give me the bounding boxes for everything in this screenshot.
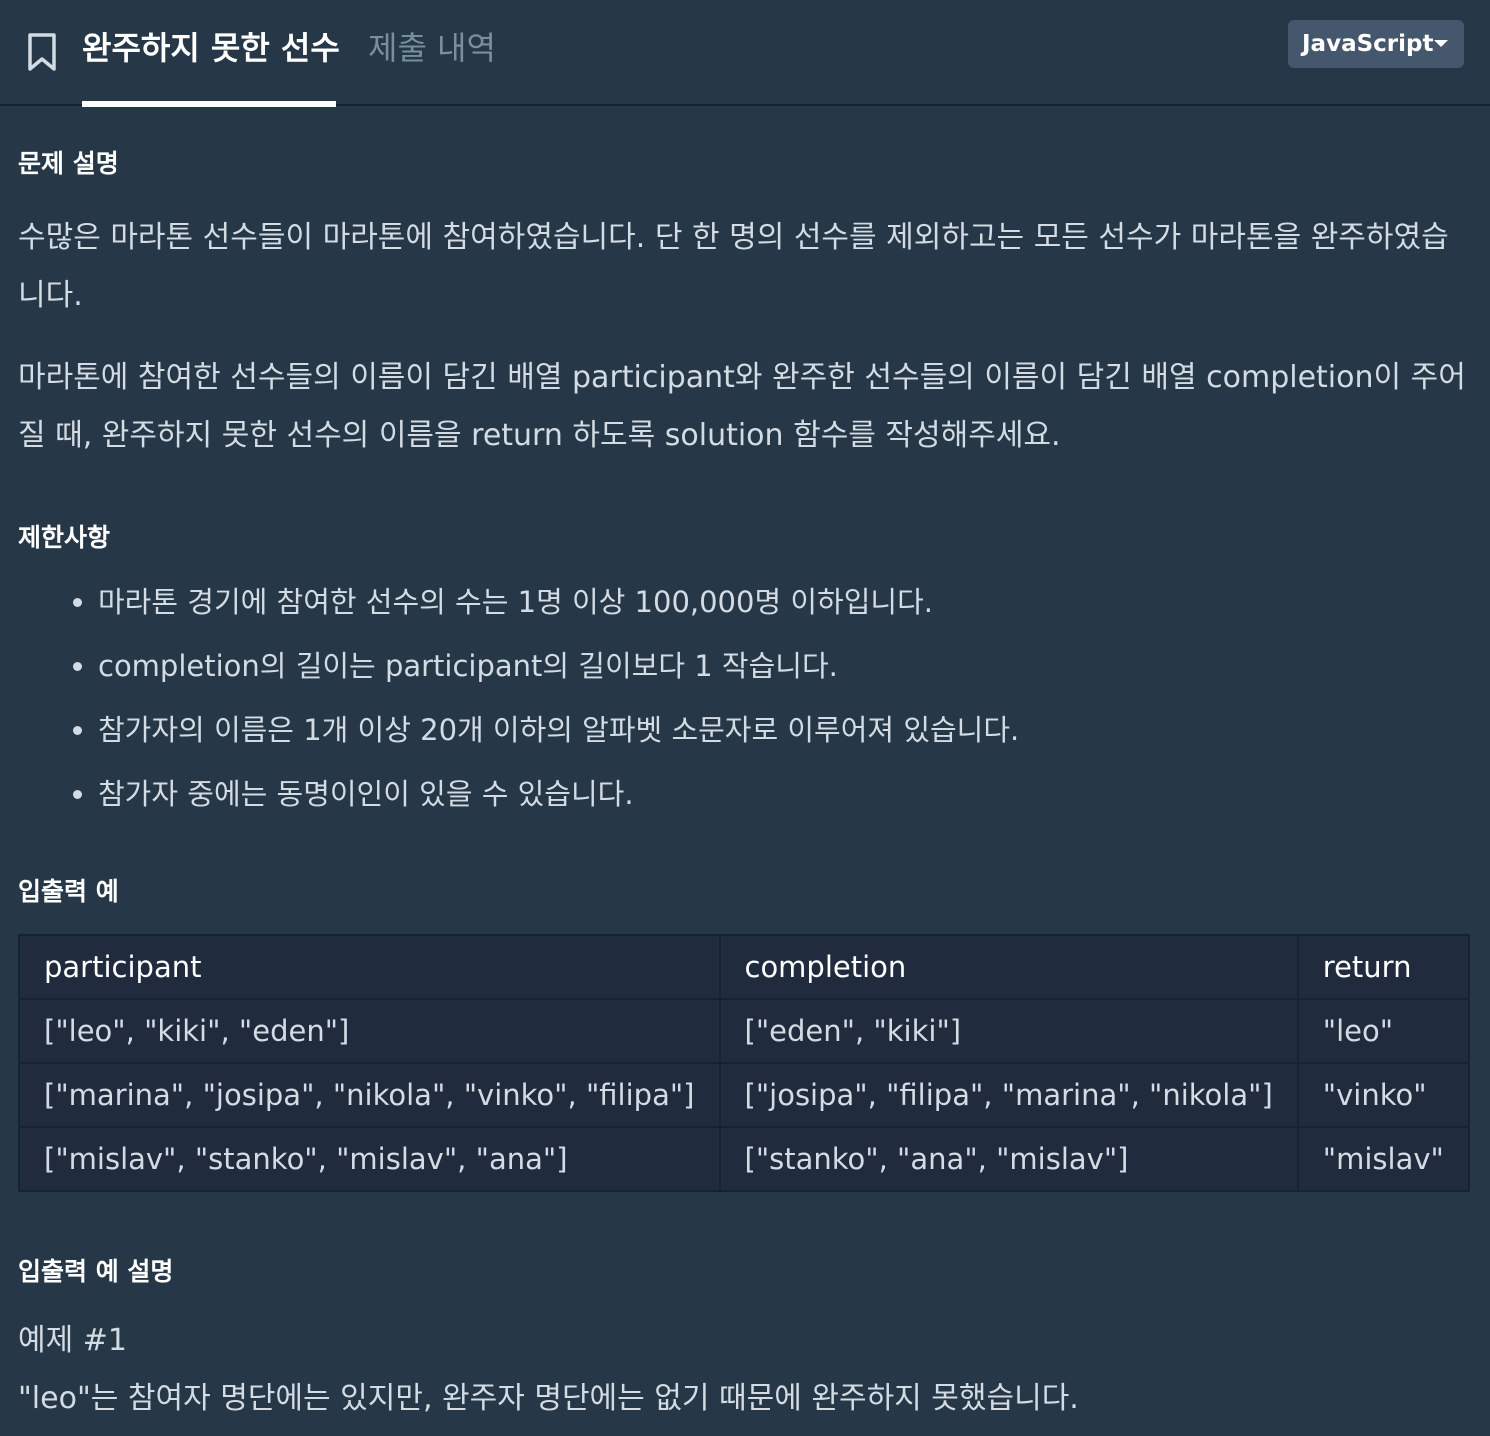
table-cell: ["josipa", "filipa", "marina", "nikola"]: [718, 1062, 1299, 1128]
list-item: 참가자의 이름은 1개 이상 20개 이하의 알파벳 소문자로 이루어져 있습니…: [72, 706, 1019, 770]
tab-submissions[interactable]: 제출 내역: [368, 24, 496, 72]
io-example-heading: 입출력 예: [18, 877, 119, 906]
list-item: 참가자 중에는 동명이인이 있을 수 있습니다.: [72, 770, 1019, 834]
table-row: ["leo", "kiki", "eden"] ["eden", "kiki"]…: [18, 998, 1470, 1064]
io-example-table: participant completion return ["leo", "k…: [18, 934, 1470, 1192]
language-select-label: JavaScript: [1302, 31, 1434, 57]
table-cell: ["stanko", "ana", "mislav"]: [718, 1126, 1299, 1192]
table-cell: ["eden", "kiki"]: [718, 998, 1299, 1064]
description-paragraph-1: 수많은 마라톤 선수들이 마라톤에 참여하였습니다. 단 한 명의 선수를 제외…: [18, 220, 1449, 313]
list-item: completion의 길이는 participant의 길이보다 1 작습니다…: [72, 642, 1019, 706]
table-row: ["marina", "josipa", "nikola", "vinko", …: [18, 1062, 1470, 1128]
constraints-heading: 제한사항: [18, 523, 111, 552]
constraints-list: 마라톤 경기에 참여한 선수의 수는 1명 이상 100,000명 이하입니다.…: [18, 578, 1019, 834]
table-cell: ["mislav", "stanko", "mislav", "ana"]: [18, 1126, 721, 1192]
list-item: 마라톤 경기에 참여한 선수의 수는 1명 이상 100,000명 이하입니다.: [72, 578, 1019, 642]
description-heading: 문제 설명: [18, 149, 119, 178]
description-paragraph-2: 마라톤에 참여한 선수들의 이름이 담긴 배열 participant와 완주한…: [18, 360, 1466, 453]
table-cell: "mislav": [1296, 1126, 1470, 1192]
language-select[interactable]: JavaScript: [1288, 20, 1464, 68]
table-header-cell: completion: [718, 934, 1299, 1000]
table-cell: ["leo", "kiki", "eden"]: [18, 998, 721, 1064]
problem-header: 완주하지 못한 선수 제출 내역 JavaScript: [0, 0, 1490, 107]
bookmark-icon[interactable]: [26, 32, 58, 72]
active-tab-indicator: [82, 101, 336, 107]
example-1-title: 예제 #1: [18, 1323, 127, 1358]
table-cell: "vinko": [1296, 1062, 1470, 1128]
example-1-text: "leo"는 참여자 명단에는 있지만, 완주자 명단에는 없기 때문에 완주하…: [18, 1381, 1079, 1416]
table-cell: ["marina", "josipa", "nikola", "vinko", …: [18, 1062, 721, 1128]
caret-down-icon: [1434, 40, 1448, 47]
tab-problem[interactable]: 완주하지 못한 선수: [82, 24, 340, 72]
table-header-cell: return: [1296, 934, 1470, 1000]
io-explain-heading: 입출력 예 설명: [18, 1257, 174, 1286]
table-cell: "leo": [1296, 998, 1470, 1064]
table-header-row: participant completion return: [18, 934, 1470, 1000]
table-row: ["mislav", "stanko", "mislav", "ana"] ["…: [18, 1126, 1470, 1192]
table-header-cell: participant: [18, 934, 721, 1000]
